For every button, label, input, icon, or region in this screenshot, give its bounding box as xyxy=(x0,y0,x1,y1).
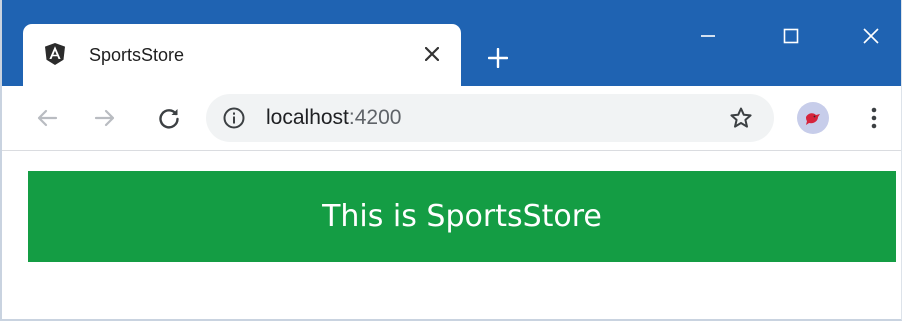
url-text[interactable]: localhost:4200 xyxy=(266,106,401,130)
avatar[interactable] xyxy=(797,102,829,134)
star-icon[interactable] xyxy=(728,105,754,131)
browser-window: SportsStore localhost:4200 This is Sport… xyxy=(0,0,902,321)
tab-title: SportsStore xyxy=(89,45,185,65)
reload-icon[interactable] xyxy=(153,102,185,134)
url-port: :4200 xyxy=(348,106,402,129)
title-bar: SportsStore xyxy=(2,0,901,86)
new-tab-plus-icon[interactable] xyxy=(483,43,513,73)
banner-text: This is SportsStore xyxy=(322,199,602,234)
page-content: This is SportsStore xyxy=(2,151,901,319)
maximize-icon[interactable] xyxy=(769,16,813,56)
back-arrow-icon[interactable] xyxy=(31,102,63,134)
tab-close-icon[interactable] xyxy=(419,41,445,67)
angular-logo-icon xyxy=(45,43,65,65)
browser-tab[interactable]: SportsStore xyxy=(23,24,461,86)
info-icon[interactable] xyxy=(222,106,246,130)
minimize-icon[interactable] xyxy=(686,16,730,56)
address-bar[interactable]: localhost:4200 xyxy=(206,94,774,142)
more-vert-icon[interactable] xyxy=(862,102,886,134)
close-icon[interactable] xyxy=(849,16,893,56)
forward-arrow-icon[interactable] xyxy=(89,102,121,134)
url-host: localhost xyxy=(266,106,349,129)
browser-toolbar: localhost:4200 xyxy=(2,86,901,151)
bird-icon xyxy=(806,113,820,125)
store-banner: This is SportsStore xyxy=(28,171,896,262)
